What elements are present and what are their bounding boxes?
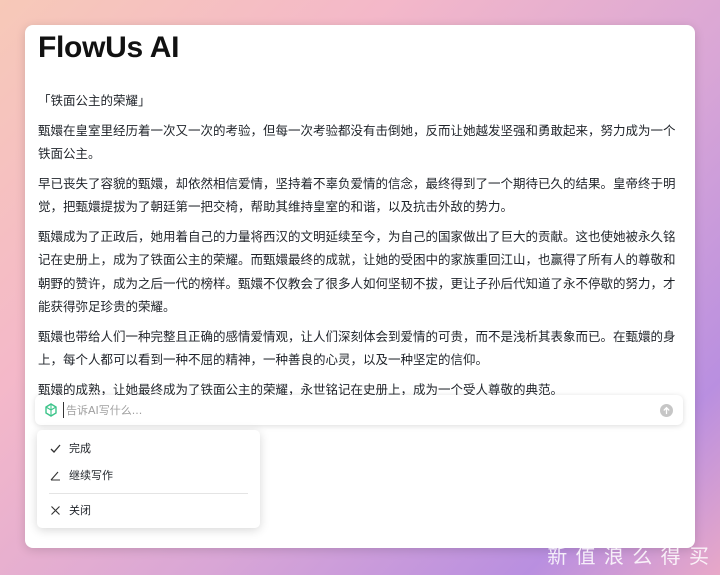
- watermark: 新 值 浪 么 得 买: [547, 544, 710, 568]
- menu-item-close[interactable]: 关闭: [37, 497, 260, 523]
- paragraph-2[interactable]: 甄嬛在皇室里经历着一次又一次的考验，但每一次考验都没有击倒她，反而让她越发坚强和…: [38, 119, 683, 166]
- menu-item-label: 完成: [69, 442, 91, 455]
- pen-icon: [48, 468, 62, 482]
- arrow-up-icon: [663, 406, 670, 414]
- flowus-ai-logo-icon: [44, 403, 58, 417]
- send-button[interactable]: [660, 403, 673, 417]
- paragraph-5[interactable]: 甄嬛也带给人们一种完整且正确的感情爱情观，让人们深刻体会到爱情的可贵，而不是浅析…: [38, 325, 683, 372]
- page-title: FlowUs AI: [38, 31, 180, 64]
- ai-action-menu: 完成 继续写作 关闭: [37, 430, 260, 528]
- ai-prompt-bar: [35, 395, 683, 425]
- paragraph-4[interactable]: 甄嬛成为了正政后，她用着自己的力量将西汉的文明延续至今，为自己的国家做出了巨大的…: [38, 225, 683, 319]
- menu-item-complete[interactable]: 完成: [37, 435, 260, 461]
- menu-divider: [49, 493, 248, 494]
- menu-item-label: 关闭: [69, 504, 91, 517]
- document-content[interactable]: 「铁面公主的荣耀」 甄嬛在皇室里经历着一次又一次的考验，但每一次考验都没有击倒她…: [38, 89, 683, 407]
- close-icon: [48, 503, 62, 517]
- paragraph-3[interactable]: 早已丧失了容貌的甄嬛，却依然相信爱情，坚持着不辜负爱情的信念，最终得到了一个期待…: [38, 172, 683, 219]
- paragraph-1[interactable]: 「铁面公主的荣耀」: [38, 89, 683, 113]
- menu-item-label: 继续写作: [69, 469, 113, 482]
- menu-item-continue-writing[interactable]: 继续写作: [37, 462, 260, 488]
- editor-card: FlowUs AI 「铁面公主的荣耀」 甄嬛在皇室里经历着一次又一次的考验，但每…: [25, 25, 695, 548]
- check-icon: [48, 441, 62, 455]
- ai-prompt-input[interactable]: [63, 402, 660, 418]
